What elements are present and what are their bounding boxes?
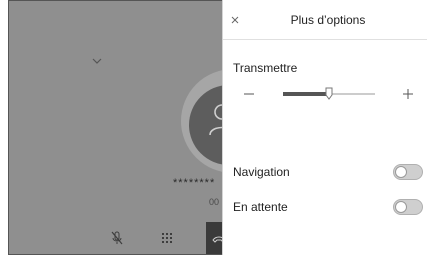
- transmit-label: Transmettre: [233, 61, 298, 75]
- hold-label: En attente: [233, 200, 288, 214]
- close-icon[interactable]: [229, 14, 241, 26]
- minus-icon[interactable]: [243, 88, 255, 100]
- panel-header: Plus d’options: [223, 0, 427, 40]
- navigation-label: Navigation: [233, 165, 290, 179]
- chevron-down-icon[interactable]: [89, 55, 105, 67]
- more-options-panel: Plus d’options Transmettre Navigation En…: [222, 0, 427, 255]
- plus-icon[interactable]: [402, 88, 414, 100]
- panel-title: Plus d’options: [290, 13, 366, 27]
- keypad-icon[interactable]: [159, 230, 175, 246]
- microphone-off-icon[interactable]: [109, 230, 125, 246]
- navigation-toggle[interactable]: [393, 164, 423, 180]
- transmit-slider[interactable]: [283, 87, 375, 101]
- slider-fill: [283, 92, 329, 96]
- hold-toggle[interactable]: [393, 199, 423, 215]
- toggle-knob: [395, 201, 407, 213]
- slider-thumb[interactable]: [325, 87, 333, 101]
- call-timer: 00: [209, 197, 220, 207]
- toggle-knob: [395, 166, 407, 178]
